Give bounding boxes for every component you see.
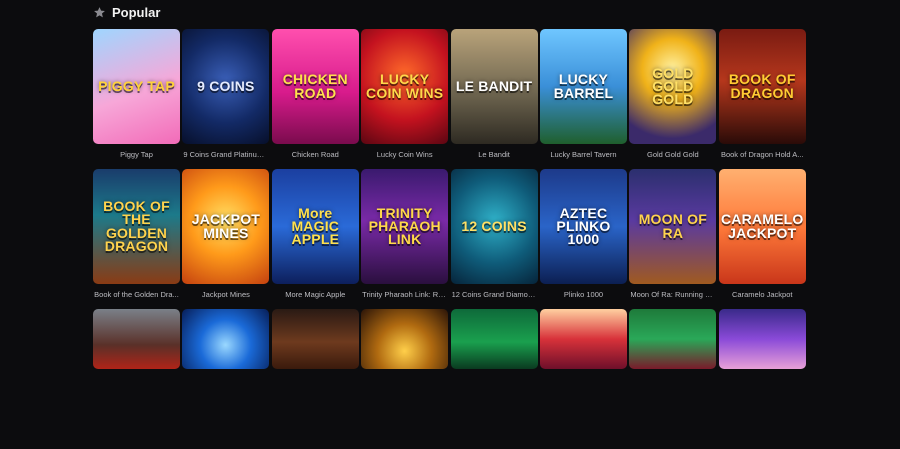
game-card[interactable]: GOLD GOLD GOLD Gold Gold Gold [629,29,717,169]
game-logo: BOOK OF DRAGON [728,71,796,101]
game-logo: CARAMELO JACKPOT [721,211,804,241]
game-card[interactable]: More MAGIC APPLE More Magic Apple [271,169,359,309]
star-icon [94,6,105,17]
game-title[interactable]: Book of Dragon Hold A... [719,150,806,159]
game-card[interactable] [182,309,270,449]
game-thumbnail[interactable]: MOON OF RA [629,169,717,284]
game-art [271,309,359,369]
game-thumbnail[interactable]: TRINITY PHARAOH LINK [361,169,449,284]
game-thumbnail[interactable] [450,309,538,369]
game-art [718,309,806,369]
game-title[interactable]: Plinko 1000 [540,290,627,299]
game-title[interactable]: Piggy Tap [93,150,180,159]
game-thumbnail[interactable]: LUCKY BARREL [539,29,627,144]
game-logo: LUCKY COIN WINS [366,71,444,101]
game-thumbnail[interactable] [271,309,359,369]
game-art [539,309,627,369]
game-logo: PIGGY TAP [98,77,175,94]
game-logo: 12 COINS [461,217,527,234]
game-art [450,309,538,369]
game-logo: JACKPOT MINES [191,211,261,241]
game-card[interactable]: BOOK OF DRAGON Book of Dragon Hold A... [718,29,806,169]
game-title[interactable]: Moon Of Ra: Running W... [629,290,716,299]
game-logo: GOLD GOLD GOLD [652,64,694,108]
game-art [361,309,449,369]
game-thumbnail[interactable] [93,309,180,369]
game-card[interactable] [539,309,627,449]
game-card[interactable]: TRINITY PHARAOH LINK Trinity Pharaoh Link… [361,169,449,309]
game-thumbnail[interactable]: LUCKY COIN WINS [361,29,449,144]
game-thumbnail[interactable]: JACKPOT MINES [182,169,270,284]
game-logo: LE BANDIT [455,77,533,94]
game-card[interactable]: CARAMELO JACKPOT Caramelo Jackpot [718,169,806,309]
game-card[interactable]: LUCKY BARREL Lucky Barrel Tavern [539,29,627,169]
game-logo: AZTEC PLINKO 1000 [556,204,611,248]
game-card[interactable] [271,309,359,449]
game-thumbnail[interactable]: CHICKEN ROAD [271,29,359,144]
game-title[interactable]: Jackpot Mines [182,290,269,299]
game-title[interactable]: Caramelo Jackpot [719,290,806,299]
game-card[interactable]: 9 COINS 9 Coins Grand Platinum... [182,29,270,169]
game-thumbnail[interactable] [718,309,806,369]
game-card[interactable] [93,309,180,449]
game-art [182,309,270,369]
game-thumbnail[interactable]: AZTEC PLINKO 1000 [539,169,627,284]
game-thumbnail[interactable]: GOLD GOLD GOLD [629,29,717,144]
game-card[interactable]: LE BANDIT Le Bandit [450,29,538,169]
game-thumbnail[interactable]: CARAMELO JACKPOT [718,169,806,284]
game-art [93,309,180,369]
game-logo: CHICKEN ROAD [282,71,348,101]
game-card[interactable]: CHICKEN ROAD Chicken Road [271,29,359,169]
game-card[interactable] [361,309,449,449]
game-card[interactable]: MOON OF RA Moon Of Ra: Running W... [629,169,717,309]
game-logo: 9 COINS [197,77,255,94]
game-title[interactable]: Trinity Pharaoh Link: Ru... [361,290,448,299]
section-title: Popular [112,4,161,20]
game-logo: More MAGIC APPLE [291,204,340,248]
game-card[interactable]: JACKPOT MINES Jackpot Mines [182,169,270,309]
game-title[interactable]: More Magic Apple [272,290,359,299]
games-grid: PIGGY TAP Piggy Tap 9 COINS 9 Coins Grand P… [93,29,806,449]
game-card[interactable] [629,309,717,449]
game-art [629,309,717,369]
game-thumbnail[interactable] [629,309,717,369]
game-title[interactable]: Book of the Golden Dra... [93,290,180,299]
game-thumbnail[interactable] [539,309,627,369]
game-logo: LUCKY BARREL [553,71,614,101]
game-title[interactable]: 12 Coins Grand Diamon... [451,290,538,299]
game-card[interactable]: AZTEC PLINKO 1000 Plinko 1000 [539,169,627,309]
game-thumbnail[interactable]: More MAGIC APPLE [271,169,359,284]
game-card[interactable] [450,309,538,449]
game-card[interactable]: PIGGY TAP Piggy Tap [93,29,180,169]
game-card[interactable] [718,309,806,449]
game-thumbnail[interactable] [182,309,270,369]
game-title[interactable]: Lucky Coin Wins [361,150,448,159]
game-thumbnail[interactable]: BOOK OF THE GOLDEN DRAGON [93,169,180,284]
game-title[interactable]: Le Bandit [451,150,538,159]
game-thumbnail[interactable]: 12 COINS [450,169,538,284]
game-thumbnail[interactable]: BOOK OF DRAGON [718,29,806,144]
game-title[interactable]: 9 Coins Grand Platinum... [182,150,269,159]
game-thumbnail[interactable]: LE BANDIT [450,29,538,144]
game-title[interactable]: Lucky Barrel Tavern [540,150,627,159]
game-title[interactable]: Chicken Road [272,150,359,159]
game-card[interactable]: BOOK OF THE GOLDEN DRAGON Book of the Gol… [93,169,180,309]
game-logo: MOON OF RA [638,211,707,241]
game-logo: TRINITY PHARAOH LINK [368,204,441,248]
game-thumbnail[interactable]: PIGGY TAP [93,29,180,144]
game-thumbnail[interactable] [361,309,449,369]
section-header: Popular [93,3,160,21]
game-card[interactable]: LUCKY COIN WINS Lucky Coin Wins [361,29,449,169]
game-card[interactable]: 12 COINS 12 Coins Grand Diamon... [450,169,538,309]
game-logo: BOOK OF THE GOLDEN DRAGON [103,197,170,254]
game-title[interactable]: Gold Gold Gold [629,150,716,159]
game-thumbnail[interactable]: 9 COINS [182,29,270,144]
